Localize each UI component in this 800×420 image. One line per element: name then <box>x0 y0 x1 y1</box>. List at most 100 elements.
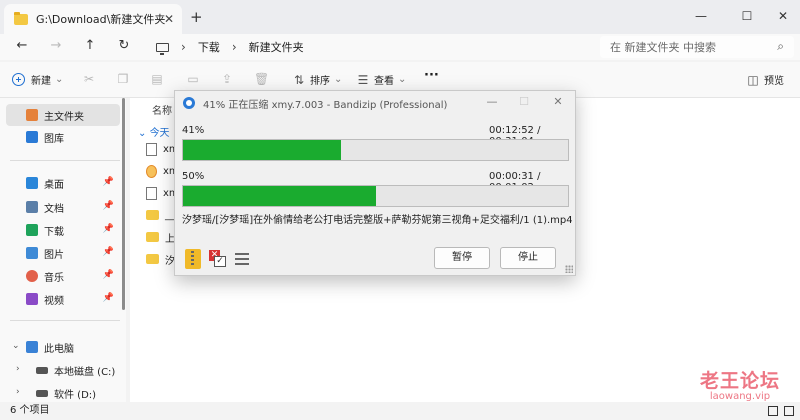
sort-label: 排序 <box>310 76 330 87</box>
explorer-tab[interactable]: G:\Download\新建文件夹 ✕ <box>4 4 182 34</box>
tab-close-icon[interactable]: ✕ <box>164 12 174 26</box>
bandizip-logo-icon <box>183 97 195 109</box>
delete-button[interactable]: 🗑 <box>254 72 270 86</box>
address-bar: ← → ↑ ↻ › 下载 › 新建文件夹 在 新建文件夹 中搜索 ⌕ <box>0 34 800 60</box>
title-bar: G:\Download\新建文件夹 ✕ + — ☐ ✕ <box>0 0 800 34</box>
pause-button[interactable]: 暂停 <box>434 247 490 269</box>
trash-icon: 🗑 <box>254 72 270 86</box>
dialog-close-button[interactable]: ✕ <box>549 95 567 108</box>
chevron-down-icon: ⌄ <box>55 74 64 85</box>
chevron-right-icon[interactable]: › <box>16 364 20 374</box>
back-button[interactable]: ← <box>12 38 32 53</box>
search-icon[interactable]: ⌕ <box>777 39 784 54</box>
sidebar-item-drive-d[interactable]: › 软件 (D:) <box>6 382 120 404</box>
open-archive-folder-icon[interactable] <box>185 249 201 269</box>
sidebar-item-label: 文档 <box>44 203 64 215</box>
breadcrumb[interactable]: › 下载 › 新建文件夹 <box>146 34 594 60</box>
close-button[interactable]: ✕ <box>768 4 798 28</box>
delete-after-compress-icon[interactable]: ✕ ✓ <box>209 250 227 268</box>
pictures-icon <box>26 247 38 259</box>
pin-icon: 📌 <box>102 201 114 211</box>
group-header-today[interactable]: ⌄ 今天 <box>138 124 170 139</box>
maximize-button[interactable]: ☐ <box>732 4 762 28</box>
dialog-minimize-button[interactable]: — <box>483 95 501 108</box>
column-header-name[interactable]: 名称 <box>152 102 172 117</box>
sidebar-item-label: 桌面 <box>44 179 64 191</box>
preview-button[interactable]: ◫ 预览 <box>746 72 784 88</box>
crumb-new-folder[interactable]: 新建文件夹 <box>249 39 304 55</box>
crumb-downloads[interactable]: 下载 <box>198 39 220 55</box>
monitor-icon <box>156 42 169 55</box>
sidebar-item-music[interactable]: 音乐 📌 <box>6 265 120 287</box>
search-placeholder: 在 新建文件夹 中搜索 <box>610 41 716 54</box>
share-icon: ⇪ <box>221 72 233 86</box>
this-pc-icon <box>26 341 38 353</box>
sidebar-item-videos[interactable]: 视频 📌 <box>6 288 120 310</box>
downloads-icon <box>26 224 38 236</box>
stop-button[interactable]: 停止 <box>500 247 556 269</box>
sidebar-item-documents[interactable]: 文档 📌 <box>6 196 120 218</box>
folder-icon <box>146 232 159 242</box>
sidebar-item-desktop[interactable]: 桌面 📌 <box>6 172 120 194</box>
new-button[interactable]: 新建 ⌄ <box>12 72 63 87</box>
sort-button[interactable]: ⇅ 排序 ⌄ <box>292 72 342 88</box>
chevron-right-icon[interactable]: › <box>232 40 237 54</box>
sidebar-item-label: 本地磁盘 (C:) <box>54 366 116 378</box>
folder-icon <box>146 254 159 264</box>
sidebar-item-downloads[interactable]: 下载 📌 <box>6 219 120 241</box>
preview-label: 预览 <box>764 76 784 87</box>
sidebar-divider <box>10 320 120 321</box>
group-label: 今天 <box>149 128 170 139</box>
new-label: 新建 <box>31 76 51 87</box>
folder-icon <box>14 11 28 25</box>
tab-title: G:\Download\新建文件夹 <box>36 13 166 26</box>
chevron-right-icon[interactable]: › <box>16 387 20 397</box>
rename-button[interactable]: ▭ <box>186 72 200 86</box>
view-button[interactable]: ☰ 查看 ⌄ <box>356 72 407 88</box>
bandizip-file-icon <box>146 164 157 178</box>
tiles-view-icon[interactable] <box>784 406 794 416</box>
menu-icon[interactable] <box>235 253 249 265</box>
paste-button[interactable]: ▤ <box>150 72 164 86</box>
sidebar-item-label: 视频 <box>44 295 64 307</box>
sidebar-scrollbar[interactable] <box>122 98 125 310</box>
more-button[interactable]: ··· <box>424 68 439 83</box>
chevron-right-icon[interactable]: › <box>181 40 186 54</box>
sidebar-item-pictures[interactable]: 图片 📌 <box>6 242 120 264</box>
dialog-maximize-button: ☐ <box>519 95 529 108</box>
resize-grip[interactable] <box>565 265 573 273</box>
sidebar-item-drive-c[interactable]: › 本地磁盘 (C:) <box>6 359 120 381</box>
file-icon <box>146 142 157 156</box>
search-input[interactable]: 在 新建文件夹 中搜索 ⌕ <box>600 36 794 58</box>
refresh-button[interactable]: ↻ <box>114 38 134 53</box>
pin-icon: 📌 <box>102 177 114 187</box>
chevron-down-icon[interactable]: ⌄ <box>12 341 20 351</box>
new-tab-button[interactable]: + <box>190 8 203 26</box>
sidebar-item-this-pc[interactable]: ⌄ 此电脑 <box>6 336 120 358</box>
forward-button[interactable]: → <box>46 38 66 53</box>
total-percent: 41% <box>182 125 205 136</box>
cut-button[interactable]: ✂ <box>82 72 96 86</box>
plus-circle-icon <box>12 73 25 86</box>
share-button[interactable]: ⇪ <box>220 72 234 86</box>
sidebar-item-label: 音乐 <box>44 272 64 284</box>
up-button[interactable]: ↑ <box>80 38 100 53</box>
gallery-icon <box>26 131 38 143</box>
sidebar-item-gallery[interactable]: 图库 <box>6 126 120 148</box>
rename-icon: ▭ <box>187 72 199 86</box>
sidebar-item-home[interactable]: 主文件夹 <box>6 104 120 126</box>
file-progress-bar <box>182 185 569 207</box>
sidebar-item-label: 图片 <box>44 249 64 261</box>
minimize-button[interactable]: — <box>686 4 716 28</box>
documents-icon <box>26 201 38 213</box>
details-view-icon[interactable] <box>768 406 778 416</box>
sort-icon: ⇅ <box>293 72 305 87</box>
paste-icon: ▤ <box>151 72 163 86</box>
view-icon: ☰ <box>357 72 369 87</box>
file-progress-fill <box>183 186 376 206</box>
copy-button[interactable]: ❐ <box>116 72 130 86</box>
navigation-pane: 主文件夹 图库 桌面 📌 文档 📌 下载 📌 图片 📌 音乐 📌 视频 📌 ⌄ <box>0 98 126 402</box>
file-percent: 50% <box>182 171 205 182</box>
sidebar-item-label: 下载 <box>44 226 64 238</box>
videos-icon <box>26 293 38 305</box>
